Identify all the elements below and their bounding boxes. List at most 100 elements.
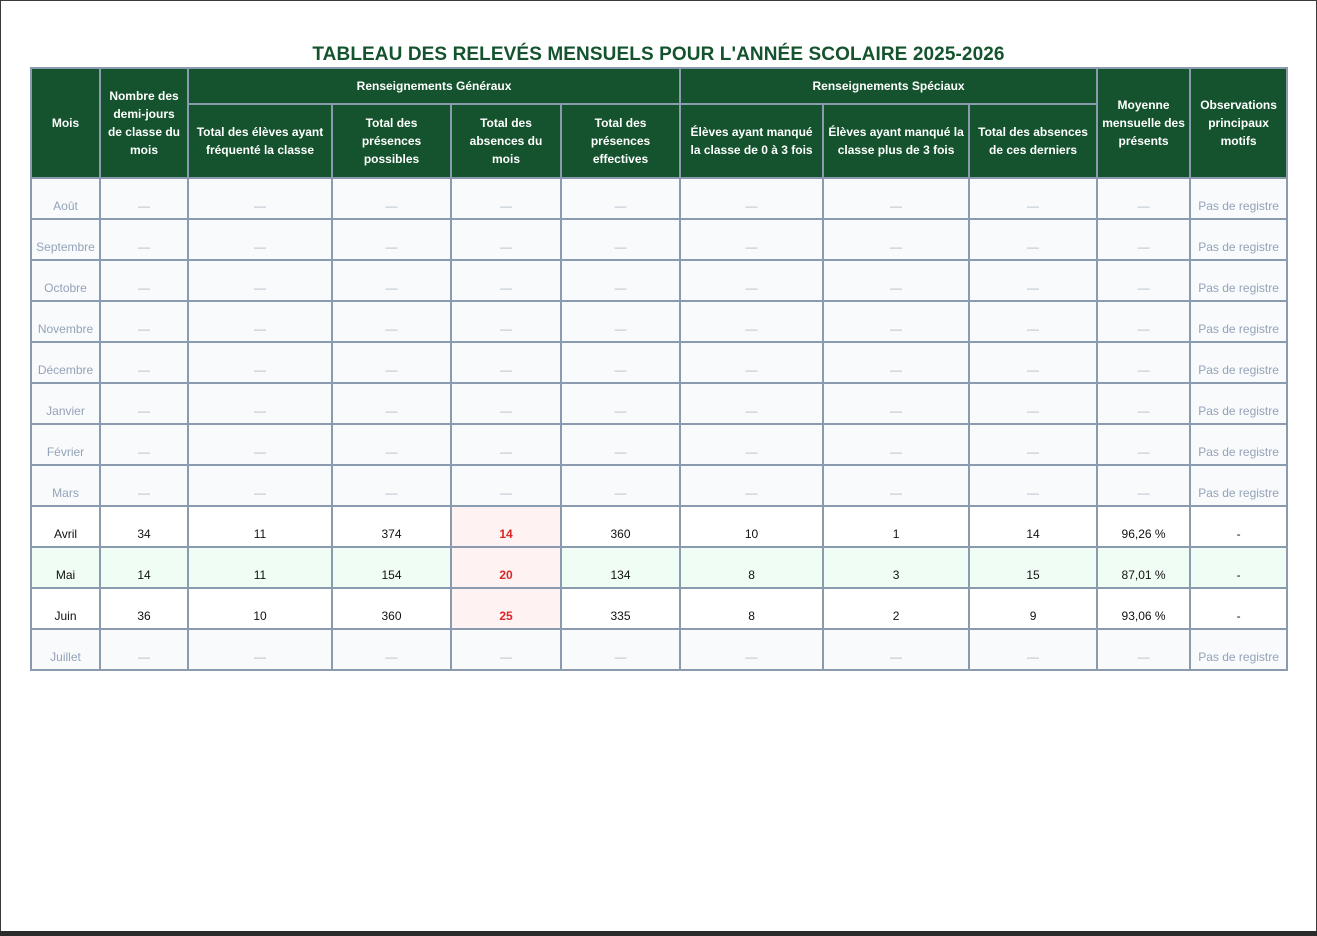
cell-presences-possibles: — [331, 628, 452, 671]
cell-manque-0-3: — [679, 300, 825, 343]
cell-manque-0-3: — [679, 218, 825, 261]
cell-observations: Pas de registre [1189, 177, 1289, 220]
table-row: Mai 14 11 154 20 134 8 3 15 87,01 % - [30, 546, 1289, 589]
table-row: Février — — — — — — — — — Pas de registr… [30, 423, 1289, 466]
cell-mois: Juin [30, 587, 101, 630]
cell-total-eleves: — [187, 464, 333, 507]
cell-presences-possibles: — [331, 382, 452, 425]
cell-mois: Mai [30, 546, 101, 589]
cell-manque-0-3: — [679, 382, 825, 425]
header-presences-effectives: Total des présences effectives [559, 103, 682, 179]
cell-presences-possibles: 374 [331, 505, 452, 548]
cell-absences-derniers: — [968, 341, 1099, 384]
cell-presences-possibles: — [331, 177, 452, 220]
cell-absences-mois: — [450, 464, 562, 507]
header-manque-plus-3: Élèves ayant manqué la classe plus de 3 … [822, 103, 971, 179]
cell-observations: - [1189, 505, 1289, 548]
cell-absences-mois: — [450, 382, 562, 425]
cell-absences-derniers: 15 [968, 546, 1099, 589]
cell-absences-mois: — [450, 341, 562, 384]
cell-total-eleves: — [187, 423, 333, 466]
cell-demi-jours: 14 [99, 546, 189, 589]
cell-total-eleves: — [187, 341, 333, 384]
cell-presences-possibles: — [331, 259, 452, 302]
table-row: Octobre — — — — — — — — — Pas de registr… [30, 259, 1289, 302]
cell-total-eleves: — [187, 628, 333, 671]
cell-demi-jours: — [99, 300, 189, 343]
header-group-generaux: Renseignements Généraux [186, 67, 682, 105]
cell-presences-effectives: — [559, 423, 682, 466]
cell-absences-mois: — [450, 218, 562, 261]
cell-absences-derniers: 9 [968, 587, 1099, 630]
cell-absences-derniers: 14 [968, 505, 1099, 548]
cell-absences-derniers: — [968, 628, 1099, 671]
cell-mois: Avril [30, 505, 101, 548]
cell-presences-effectives: — [559, 628, 682, 671]
cell-demi-jours: — [99, 341, 189, 384]
cell-moyenne: — [1096, 300, 1192, 343]
cell-absences-mois: — [450, 423, 562, 466]
cell-demi-jours: — [99, 628, 189, 671]
cell-manque-0-3: 8 [679, 546, 825, 589]
cell-manque-plus-3: 1 [822, 505, 971, 548]
cell-absences-mois: — [450, 300, 562, 343]
cell-total-eleves: — [187, 218, 333, 261]
cell-total-eleves: 10 [187, 587, 333, 630]
table-row: Janvier — — — — — — — — — Pas de registr… [30, 382, 1289, 425]
header-group-speciaux: Renseignements Spéciaux [679, 67, 1099, 105]
cell-observations: Pas de registre [1189, 628, 1289, 671]
cell-observations: Pas de registre [1189, 423, 1289, 466]
cell-moyenne: — [1096, 628, 1192, 671]
table-header: Mois Nombre des demi-jours de classe du … [30, 67, 1289, 179]
cell-presences-possibles: 360 [331, 587, 452, 630]
cell-absences-derniers: — [968, 177, 1099, 220]
cell-absences-derniers: — [968, 423, 1099, 466]
cell-presences-effectives: — [559, 341, 682, 384]
table-row: Mars — — — — — — — — — Pas de registre [30, 464, 1289, 507]
cell-moyenne: — [1096, 341, 1192, 384]
cell-presences-effectives: 335 [559, 587, 682, 630]
cell-observations: Pas de registre [1189, 341, 1289, 384]
header-presences-possibles: Total des présences possibles [331, 103, 452, 179]
table-row: Septembre — — — — — — — — — Pas de regis… [30, 218, 1289, 261]
cell-total-eleves: — [187, 177, 333, 220]
cell-demi-jours: 36 [99, 587, 189, 630]
cell-manque-0-3: — [679, 177, 825, 220]
cell-absences-derniers: — [968, 300, 1099, 343]
cell-observations: Pas de registre [1189, 259, 1289, 302]
cell-presences-possibles: 154 [331, 546, 452, 589]
cell-demi-jours: — [99, 259, 189, 302]
cell-mois: Février [30, 423, 101, 466]
cell-manque-0-3: — [679, 464, 825, 507]
cell-observations: Pas de registre [1189, 464, 1289, 507]
cell-moyenne: — [1096, 464, 1192, 507]
cell-mois: Novembre [30, 300, 101, 343]
header-absences-mois: Total des absences du mois [450, 103, 562, 179]
cell-total-eleves: — [187, 300, 333, 343]
cell-absences-derniers: — [968, 382, 1099, 425]
cell-presences-effectives: — [559, 259, 682, 302]
cell-presences-possibles: — [331, 300, 452, 343]
cell-manque-plus-3: — [822, 382, 971, 425]
header-total-eleves: Total des élèves ayant fréquenté la clas… [187, 103, 333, 179]
cell-demi-jours: — [99, 177, 189, 220]
cell-presences-possibles: — [331, 464, 452, 507]
cell-moyenne: 87,01 % [1096, 546, 1192, 589]
monthly-records-table: Mois Nombre des demi-jours de classe du … [30, 67, 1289, 671]
cell-presences-effectives: — [559, 464, 682, 507]
cell-demi-jours: — [99, 382, 189, 425]
cell-absences-mois: 25 [450, 587, 562, 630]
cell-observations: Pas de registre [1189, 300, 1289, 343]
cell-presences-effectives: 134 [559, 546, 682, 589]
cell-absences-mois: — [450, 628, 562, 671]
cell-absences-mois: 20 [450, 546, 562, 589]
cell-manque-plus-3: — [822, 464, 971, 507]
cell-mois: Août [30, 177, 101, 220]
header-observations: Observations principaux motifs [1189, 67, 1289, 179]
cell-presences-possibles: — [331, 218, 452, 261]
cell-manque-0-3: — [679, 628, 825, 671]
cell-manque-0-3: 10 [679, 505, 825, 548]
cell-presences-effectives: — [559, 300, 682, 343]
page-title: TABLEAU DES RELEVÉS MENSUELS POUR L'ANNÉ… [312, 44, 1005, 65]
cell-mois: Septembre [30, 218, 101, 261]
